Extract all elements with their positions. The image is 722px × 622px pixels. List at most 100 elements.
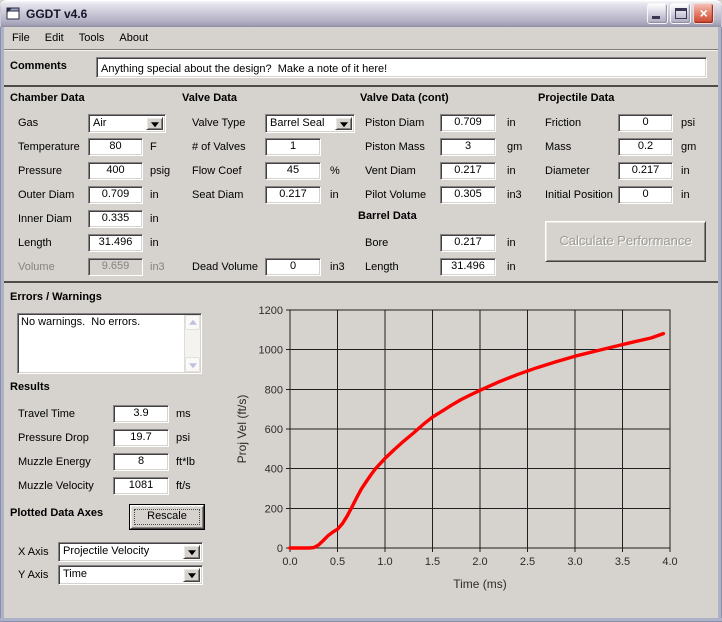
outer-diam-row: Outer Diam0.709in — [18, 186, 198, 206]
svg-text:0: 0 — [277, 543, 283, 555]
bore-unit: in — [507, 237, 516, 249]
menu-tools[interactable]: Tools — [79, 32, 105, 44]
outer-diam-unit: in — [150, 189, 159, 201]
gas-row: GasAir — [18, 114, 198, 134]
bore-row: Bore 0.217 in — [365, 234, 545, 254]
svg-text:2.0: 2.0 — [472, 556, 487, 568]
menu-file[interactable]: File — [12, 32, 30, 44]
inner-diam-input[interactable]: 0.335 — [88, 210, 143, 228]
calculate-performance-button[interactable]: Calculate Performance — [545, 221, 706, 262]
outer-diam-input[interactable]: 0.709 — [88, 186, 143, 204]
comments-label: Comments — [10, 60, 67, 72]
temperature-input[interactable]: 80 — [88, 138, 143, 156]
x-axis-label: X Axis — [18, 546, 49, 558]
pressure-unit: psig — [150, 165, 170, 177]
pressure-input[interactable]: 400 — [88, 162, 143, 180]
close-button[interactable]: × — [693, 3, 714, 24]
dropdown-arrow-icon[interactable] — [335, 117, 352, 130]
pilot-volume-input[interactable]: 0.305 — [440, 186, 496, 204]
muzzle-energy-row: Muzzle Energy8ft*lb — [18, 453, 198, 473]
initial-position-row: Initial Position0in — [545, 186, 722, 206]
y-axis-title: Proj Vel (ft/s) — [235, 395, 249, 464]
piston-diam-row: Piston Diam0.709in — [365, 114, 545, 134]
flow-coef-input[interactable]: 45 — [265, 162, 321, 180]
close-icon: × — [694, 4, 713, 23]
friction-input[interactable]: 0 — [618, 114, 673, 132]
pressure-label: Pressure — [18, 165, 62, 177]
seat-diam-input[interactable]: 0.217 — [265, 186, 321, 204]
vent-diam-input[interactable]: 0.217 — [440, 162, 496, 180]
length-input[interactable]: 31.496 — [440, 258, 496, 276]
volume-unit: in3 — [150, 261, 165, 273]
initial-position-input[interactable]: 0 — [618, 186, 673, 204]
mass-row: Mass0.2gm — [545, 138, 722, 158]
muzzle-energy-unit: ft*lb — [176, 456, 195, 468]
app-icon — [6, 7, 21, 21]
length-input[interactable]: 31.496 — [88, 234, 143, 252]
vent-diam-label: Vent Diam — [365, 165, 416, 177]
y-axis-value: Time — [63, 568, 182, 580]
scroll-up-icon[interactable] — [185, 315, 200, 330]
pilot-volume-row: Pilot Volume0.305in3 — [365, 186, 545, 206]
piston-mass-row: Piston Mass3gm — [365, 138, 545, 158]
maximize-button[interactable] — [670, 3, 691, 24]
separator — [4, 281, 718, 283]
travel-time-row: Travel Time3.9ms — [18, 405, 198, 425]
dead-volume-input[interactable]: 0 — [265, 258, 321, 276]
temperature-label: Temperature — [18, 141, 80, 153]
valve-type-dropdown[interactable]: Barrel Seal — [265, 114, 355, 133]
title-bar[interactable]: GGDT v4.6 × — [0, 0, 722, 27]
menu-bar: File Edit Tools About — [4, 27, 718, 50]
bore-label: Bore — [365, 237, 388, 249]
mass-label: Mass — [545, 141, 571, 153]
piston-diam-unit: in — [507, 117, 516, 129]
travel-time-label: Travel Time — [18, 408, 75, 420]
pressure-row: Pressure 400 psig — [18, 162, 198, 182]
menu-edit[interactable]: Edit — [45, 32, 64, 44]
results-header: Results — [10, 381, 50, 393]
travel-time-input[interactable]: 3.9 — [113, 405, 169, 423]
svg-text:600: 600 — [265, 424, 283, 436]
gas-dropdown[interactable]: Air — [88, 114, 166, 133]
menu-about[interactable]: About — [119, 32, 148, 44]
friction-unit: psi — [681, 117, 695, 129]
piston-diam-input[interactable]: 0.709 — [440, 114, 496, 132]
x-axis-select[interactable]: Projectile Velocity — [58, 542, 203, 562]
diameter-unit: in — [681, 165, 690, 177]
flow-coef-row: Flow Coef45% — [192, 162, 372, 182]
svg-text:1.0: 1.0 — [377, 556, 392, 568]
bore-input[interactable]: 0.217 — [440, 234, 496, 252]
length-unit: in — [507, 261, 516, 273]
projectile-data-header: Projectile Data — [538, 92, 614, 104]
piston-mass-input[interactable]: 3 — [440, 138, 496, 156]
pressure-drop-input[interactable]: 19.7 — [113, 429, 169, 447]
dropdown-arrow-icon[interactable] — [183, 568, 200, 582]
svg-text:1000: 1000 — [259, 345, 283, 357]
flow-coef-unit: % — [330, 165, 340, 177]
dropdown-arrow-icon[interactable] — [183, 545, 200, 559]
vent-diam-unit: in — [507, 165, 516, 177]
minimize-button[interactable] — [647, 3, 668, 24]
muzzle-velocity-input[interactable]: 1081 — [113, 477, 169, 495]
y-axis-select[interactable]: Time — [58, 565, 203, 585]
errors-scrollbar[interactable] — [184, 315, 200, 372]
valve-type-value: Barrel Seal — [270, 117, 334, 129]
length-row: Length31.496in — [365, 258, 545, 278]
svg-text:200: 200 — [265, 503, 283, 515]
comments-input[interactable] — [96, 57, 707, 78]
rescale-button[interactable]: Rescale — [130, 505, 204, 529]
app-window: GGDT v4.6 × File Edit Tools About Commen… — [0, 0, 722, 622]
mass-input[interactable]: 0.2 — [618, 138, 673, 156]
pressure-drop-unit: psi — [176, 432, 190, 444]
inner-diam-row: Inner Diam0.335in — [18, 210, 198, 230]
scroll-down-icon[interactable] — [185, 357, 200, 372]
friction-label: Friction — [545, 117, 581, 129]
errors-warnings-box[interactable]: No warnings. No errors. — [17, 313, 202, 374]
diameter-input[interactable]: 0.217 — [618, 162, 673, 180]
dropdown-arrow-icon[interactable] — [146, 117, 163, 130]
diameter-row: Diameter0.217in — [545, 162, 722, 182]
of-valves-input[interactable]: 1 — [265, 138, 321, 156]
valve-data-cont-header: Valve Data (cont) — [360, 92, 449, 104]
muzzle-energy-input[interactable]: 8 — [113, 453, 169, 471]
temperature-unit: F — [150, 141, 157, 153]
